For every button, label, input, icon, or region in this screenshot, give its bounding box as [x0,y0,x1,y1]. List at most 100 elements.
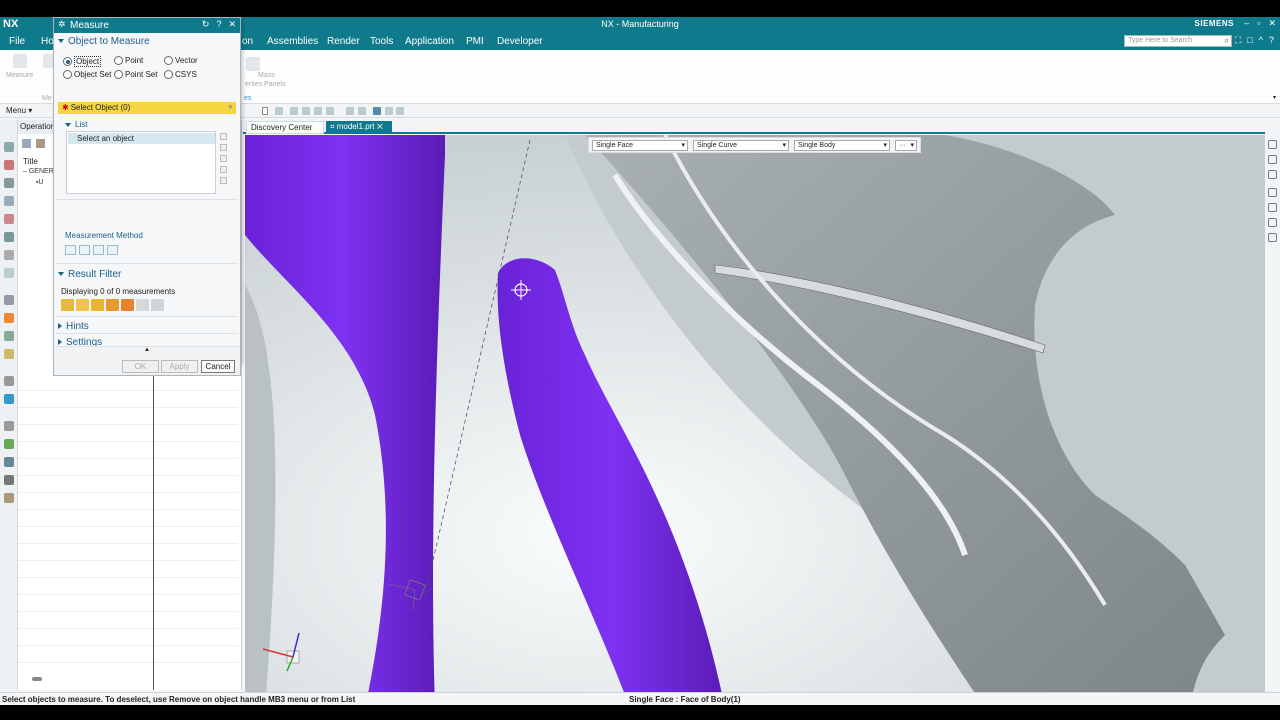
resource-icon[interactable] [4,349,14,359]
tab-discovery-center[interactable]: Discovery Center [246,121,324,134]
remove-icon[interactable] [220,133,227,140]
right-tool-icon[interactable] [1268,218,1277,227]
crosshair-icon[interactable]: ⌖ [228,102,233,113]
menu-home[interactable]: Ho [41,36,54,47]
radio-point-set[interactable]: Point Set [114,70,157,79]
area-filter-icon[interactable] [106,299,119,311]
section-result-filter[interactable]: Result Filter [58,269,121,280]
face-rule-select[interactable]: Single Face [592,140,688,151]
section-hints[interactable]: Hints [58,321,89,332]
menu-button[interactable]: Menu ▾ [6,106,32,115]
method-icon[interactable] [93,245,104,255]
search-input[interactable]: Type Here to Search ⌕ [1124,35,1232,47]
apply-button[interactable]: Apply [161,360,198,373]
fullscreen-icon[interactable]: ⛶ [1235,35,1241,46]
menu-tools[interactable]: Tools [370,36,393,47]
gear-icon[interactable]: ✲ [58,19,66,30]
resource-icon[interactable] [4,142,14,152]
other-filter-icon[interactable] [151,299,164,311]
distance-filter-icon[interactable] [61,299,74,311]
resource-icon[interactable] [4,160,14,170]
graphics-window[interactable] [245,135,1265,705]
restore-button[interactable]: ▫ [1257,18,1260,29]
measure-ribbon-icon[interactable] [13,54,27,68]
resource-icon[interactable] [4,439,14,449]
snap-icon[interactable] [290,107,298,115]
resource-icon[interactable] [4,295,14,305]
tab-model1[interactable]: ⌗ model1.prt ✕ [326,121,392,134]
minimize-button[interactable]: – [1244,18,1249,29]
close-icon[interactable]: ✕ [228,19,236,30]
tab-close-icon[interactable]: ✕ [377,122,383,131]
snap-icon[interactable] [302,107,310,115]
right-tool-icon[interactable] [1268,170,1277,179]
resource-icon[interactable] [4,421,14,431]
snap-icon[interactable] [346,107,354,115]
resource-icon[interactable] [4,268,14,278]
menu-render[interactable]: Render [327,36,360,47]
menu-file[interactable]: File [9,36,25,47]
body-rule-select[interactable]: Single Body [794,140,890,151]
resource-icon[interactable] [4,232,14,242]
window-icon[interactable]: □ [1247,35,1252,46]
resource-icon[interactable] [4,313,14,323]
section-object-to-measure[interactable]: Object to Measure [58,36,150,47]
view-icon[interactable] [396,107,404,115]
navigator-root-node[interactable]: – GENER [23,168,54,175]
menu-assemblies[interactable]: Assemblies [267,36,318,47]
method-icon[interactable] [107,245,118,255]
horizontal-scrollbar[interactable] [32,677,42,681]
resource-icon[interactable] [4,214,14,224]
angle-filter-icon[interactable] [76,299,89,311]
help-icon[interactable]: ? [216,19,221,30]
ribbon-expand-icon[interactable]: ▾ [1273,94,1276,101]
dialog-title-bar[interactable]: ✲ Measure ↻ ? ✕ [54,18,240,33]
measurement-list[interactable]: Select an object [66,131,216,194]
view-icon[interactable] [385,107,393,115]
add-icon[interactable] [220,144,227,151]
right-tool-icon[interactable] [1268,188,1277,197]
navigator-child-node[interactable]: ▪U [36,179,44,186]
collapse-ribbon-icon[interactable]: ^ [1259,35,1263,46]
resource-icon[interactable] [4,394,14,404]
resource-icon[interactable] [4,493,14,503]
snap-icon[interactable] [358,107,366,115]
resource-icon[interactable] [4,475,14,485]
snap-icon[interactable] [314,107,322,115]
collapse-up-icon[interactable]: ▲ [144,347,150,353]
radio-object-set[interactable]: Object Set [63,70,111,79]
right-tool-icon[interactable] [1268,155,1277,164]
resource-icon[interactable] [4,457,14,467]
column-divider[interactable] [153,360,154,690]
right-tool-icon[interactable] [1268,140,1277,149]
method-icon[interactable] [65,245,76,255]
method-icon[interactable] [79,245,90,255]
mass-filter-icon[interactable] [136,299,149,311]
navigator-tool-icon[interactable] [22,139,31,148]
navigator-tool-icon[interactable] [36,139,45,148]
length-filter-icon[interactable] [91,299,104,311]
menu-pmi[interactable]: PMI [466,36,484,47]
resource-icon[interactable] [4,331,14,341]
reorder-icon[interactable] [220,177,227,184]
menu-application-partial[interactable]: on [242,36,253,47]
resource-icon[interactable] [4,250,14,260]
list-subsection[interactable]: List [65,120,87,129]
radio-object[interactable]: Object [63,56,102,67]
right-tool-icon[interactable] [1268,203,1277,212]
more-filter-button[interactable]: ··· [895,140,917,151]
radio-point[interactable]: Point [114,56,143,65]
right-tool-icon[interactable] [1268,233,1277,242]
ok-button[interactable]: OK [122,360,159,373]
move-down-icon[interactable] [220,166,227,173]
volume-filter-icon[interactable] [121,299,134,311]
radio-vector[interactable]: Vector [164,56,198,65]
select-object-row[interactable]: ✱ Select Object (0) ⌖ [58,102,236,114]
radio-csys[interactable]: CSYS [164,70,197,79]
resource-icon[interactable] [4,196,14,206]
move-up-icon[interactable] [220,155,227,162]
curve-rule-select[interactable]: Single Curve [693,140,789,151]
menu-application[interactable]: Application [405,36,454,47]
filter-dropdown-icon[interactable] [262,107,268,115]
reset-icon[interactable]: ↻ [202,19,210,30]
